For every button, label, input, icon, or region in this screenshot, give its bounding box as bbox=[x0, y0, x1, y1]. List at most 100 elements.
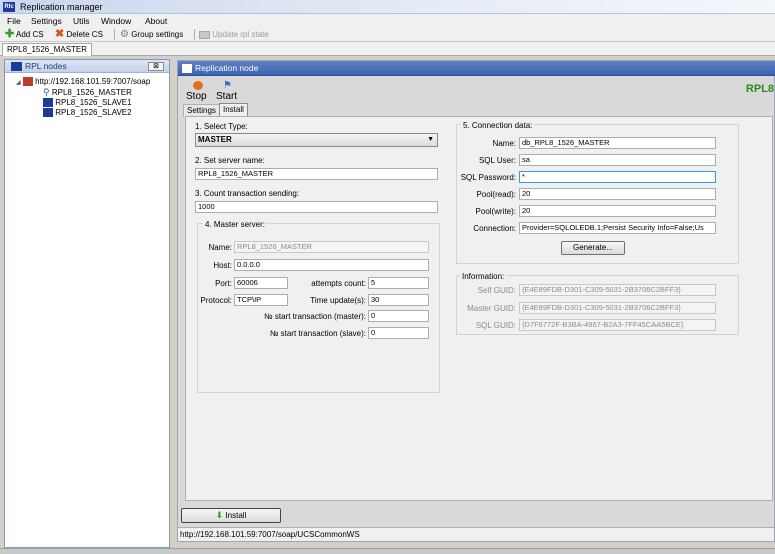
delete-icon: ✖ bbox=[55, 28, 65, 40]
start-slave-label: № start transaction (slave): bbox=[269, 329, 366, 338]
sql-user-label: SQL User: bbox=[478, 156, 516, 165]
count-input[interactable]: 1000 bbox=[195, 201, 438, 213]
master-name-label: Name: bbox=[208, 243, 232, 252]
tree-root-node[interactable]: ◢ http://192.168.101.59:7007/soap bbox=[16, 77, 150, 87]
protocol-label: Protocol: bbox=[200, 296, 232, 305]
group-settings-label: Group settings bbox=[131, 30, 184, 39]
panel-icon bbox=[11, 62, 22, 71]
install-label: Install bbox=[225, 511, 247, 520]
information-legend: Information: bbox=[460, 271, 507, 282]
time-update-label: Time update(s): bbox=[310, 296, 366, 305]
collapse-icon: ◢ bbox=[16, 80, 21, 86]
host-label: Host: bbox=[213, 261, 232, 270]
tab-install[interactable]: Install bbox=[219, 103, 248, 117]
pool-read-input[interactable]: 20 bbox=[519, 188, 716, 200]
menu-settings[interactable]: Settings bbox=[31, 15, 62, 27]
stop-button[interactable]: Stop bbox=[184, 79, 210, 103]
refresh-icon bbox=[199, 30, 210, 39]
rpl-nodes-header: RPL nodes ⊠ bbox=[5, 60, 169, 73]
self-guid-input[interactable]: {E4E89FDB-D301-C309-5031-2B3706C2BFF3} bbox=[519, 284, 716, 296]
host-input[interactable]: 0.0.0.0 bbox=[234, 259, 429, 271]
self-guid-label: Self GUID: bbox=[477, 286, 516, 295]
window-title: Replication manager bbox=[20, 2, 103, 12]
update-rpl-state-button[interactable]: Update rpl state bbox=[199, 28, 269, 41]
toolbar: ✚ Add CS ✖ Delete CS ⚙ Group settings Up… bbox=[0, 27, 775, 42]
replication-node-panel: Replication node RPL8 Stop ⚑ Start Setti… bbox=[177, 60, 775, 542]
connection-label: Connection: bbox=[473, 224, 516, 233]
pool-write-input[interactable]: 20 bbox=[519, 205, 716, 217]
sql-user-input[interactable]: sa bbox=[519, 154, 716, 166]
connection-string-input[interactable]: Provider=SQLOLEDB.1;Persist Security Inf… bbox=[519, 222, 716, 234]
delete-cs-button[interactable]: ✖ Delete CS bbox=[55, 28, 103, 41]
menu-file[interactable]: File bbox=[7, 15, 21, 27]
document-tab-strip: RPL8_1526_MASTER bbox=[0, 42, 775, 56]
status-url: http://192.168.101.59:7007/soap/UCSCommo… bbox=[180, 530, 360, 539]
node-tag: RPL8 bbox=[745, 83, 774, 95]
node-icon bbox=[43, 98, 53, 108]
app-icon: Rlc bbox=[3, 2, 15, 12]
master-server-legend: 4. Master server: bbox=[203, 219, 268, 230]
toolbar-separator bbox=[194, 29, 195, 40]
start-master-input[interactable]: 0 bbox=[368, 310, 429, 322]
protocol-input[interactable]: TCP\IP bbox=[234, 294, 288, 306]
node-icon bbox=[43, 108, 53, 118]
start-master-label: № start transaction (master): bbox=[264, 312, 366, 321]
chevron-down-icon: ▼ bbox=[427, 136, 434, 143]
tree-root-label: http://192.168.101.59:7007/soap bbox=[35, 77, 151, 86]
master-guid-label: Master GUID: bbox=[467, 304, 516, 313]
add-cs-button[interactable]: ✚ Add CS bbox=[5, 28, 44, 41]
type-select[interactable]: MASTER ▼ bbox=[195, 133, 438, 147]
pool-read-label: Pool(read): bbox=[476, 190, 516, 199]
tree-node-master[interactable]: ⚲ RPL8_1526_MASTER bbox=[43, 87, 132, 97]
menu-bar: File Settings Utils Window About bbox=[0, 14, 775, 27]
sql-guid-input[interactable]: {D7F6772F-B3BA-4967-B2A3-7FF45CAA5BCE} bbox=[519, 319, 716, 331]
master-name-input[interactable]: RPL8_1526_MASTER bbox=[234, 241, 429, 253]
flag-icon: ⚑ bbox=[223, 80, 232, 91]
menu-window[interactable]: Window bbox=[101, 15, 131, 27]
install-icon: ⬇ bbox=[215, 510, 224, 520]
tree-node-slave1[interactable]: RPL8_1526_SLAVE1 bbox=[43, 98, 132, 108]
conn-name-label: Name: bbox=[492, 139, 516, 148]
server-name-label: 2. Set server name: bbox=[195, 156, 265, 165]
search-icon: ⚲ bbox=[43, 87, 50, 97]
close-icon[interactable]: ⊠ bbox=[148, 62, 164, 71]
conn-name-input[interactable]: db_RPL8_1526_MASTER bbox=[519, 137, 716, 149]
port-input[interactable]: 60006 bbox=[234, 277, 288, 289]
update-rpl-state-label: Update rpl state bbox=[212, 30, 269, 39]
sql-guid-label: SQL GUID: bbox=[475, 321, 516, 330]
tree-node-master-label: RPL8_1526_MASTER bbox=[51, 88, 132, 97]
connection-data-legend: 5. Connection data: bbox=[461, 120, 535, 131]
pool-write-label: Pool(write): bbox=[475, 207, 516, 216]
sql-password-input[interactable]: * bbox=[519, 171, 716, 183]
rpl-nodes-panel: RPL nodes ⊠ ◢ http://192.168.101.59:7007… bbox=[4, 59, 170, 548]
count-label: 3. Count transaction sending: bbox=[195, 189, 300, 198]
menu-about[interactable]: About bbox=[145, 15, 167, 27]
window-bottom-edge bbox=[0, 548, 775, 554]
master-guid-input[interactable]: {E4E89FDB-D301-C309-5031-2B3706C2BFF3} bbox=[519, 302, 716, 314]
start-label: Start bbox=[216, 91, 238, 102]
plus-icon: ✚ bbox=[5, 28, 15, 40]
menu-utils[interactable]: Utils bbox=[73, 15, 90, 27]
install-button[interactable]: ⬇ Install bbox=[181, 508, 281, 523]
generate-button[interactable]: Generate... bbox=[561, 241, 625, 255]
status-bar: http://192.168.101.59:7007/soap/UCSCommo… bbox=[178, 527, 774, 541]
gear-icon: ⚙ bbox=[120, 29, 129, 40]
replication-node-title: Replication node bbox=[195, 63, 259, 73]
attempts-input[interactable]: 5 bbox=[368, 277, 429, 289]
rpl-nodes-title: RPL nodes bbox=[25, 61, 67, 71]
add-cs-label: Add CS bbox=[16, 30, 44, 39]
tree-node-slave1-label: RPL8_1526_SLAVE1 bbox=[55, 98, 132, 107]
group-settings-button[interactable]: ⚙ Group settings bbox=[120, 28, 183, 41]
start-button[interactable]: ⚑ Start bbox=[215, 79, 243, 103]
stop-label: Stop bbox=[186, 91, 207, 102]
select-type-label: 1. Select Type: bbox=[195, 122, 248, 131]
start-slave-input[interactable]: 0 bbox=[368, 327, 429, 339]
title-bar: Rlc Replication manager bbox=[0, 0, 775, 14]
attempts-label: attempts count: bbox=[311, 279, 366, 288]
type-select-value: MASTER bbox=[198, 135, 232, 144]
tree-node-slave2[interactable]: RPL8_1526_SLAVE2 bbox=[43, 108, 132, 118]
time-update-input[interactable]: 30 bbox=[368, 294, 429, 306]
server-name-input[interactable]: RPL8_1526_MASTER bbox=[195, 168, 438, 180]
replication-node-header: Replication node bbox=[178, 61, 775, 76]
document-tab[interactable]: RPL8_1526_MASTER bbox=[2, 43, 93, 56]
